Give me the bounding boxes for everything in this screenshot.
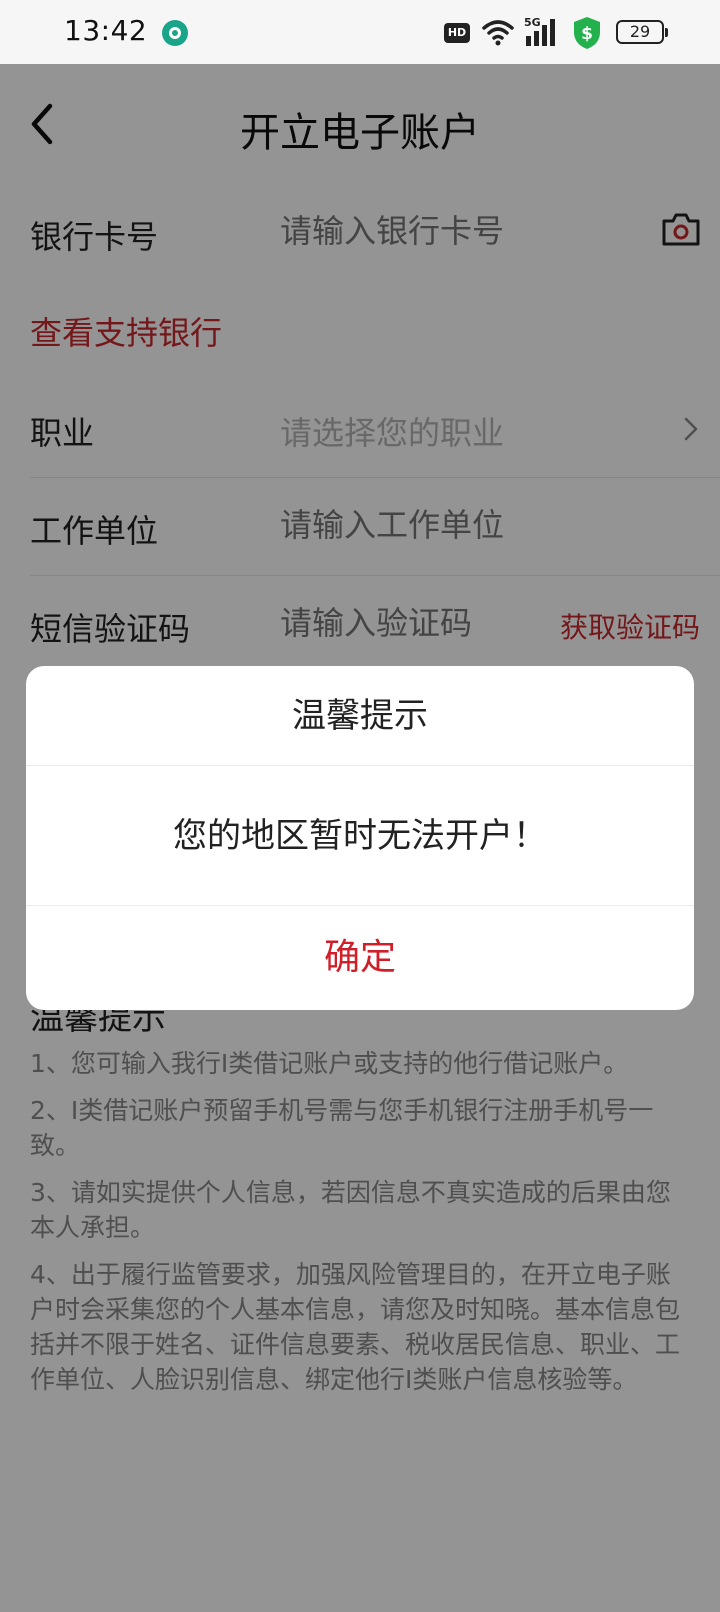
app-icon — [162, 20, 188, 46]
signal-icon: 5G — [524, 16, 555, 46]
confirm-button[interactable]: 确定 — [26, 906, 694, 1010]
status-time: 13:42 — [64, 14, 148, 47]
hd-icon: HD — [444, 23, 470, 43]
network-type-label: 5G — [524, 16, 541, 29]
security-shield-icon: $ — [574, 17, 600, 49]
dialog-message: 您的地区暂时无法开户！ — [26, 766, 694, 906]
status-bar: 13:42 HD 5G $ 29 — [0, 0, 720, 64]
alert-dialog: 温馨提示 您的地区暂时无法开户！ 确定 — [26, 666, 694, 1010]
dialog-title: 温馨提示 — [26, 666, 694, 766]
wifi-icon — [482, 20, 514, 46]
svg-text:$: $ — [581, 24, 593, 44]
battery-icon: 29 — [616, 20, 668, 44]
